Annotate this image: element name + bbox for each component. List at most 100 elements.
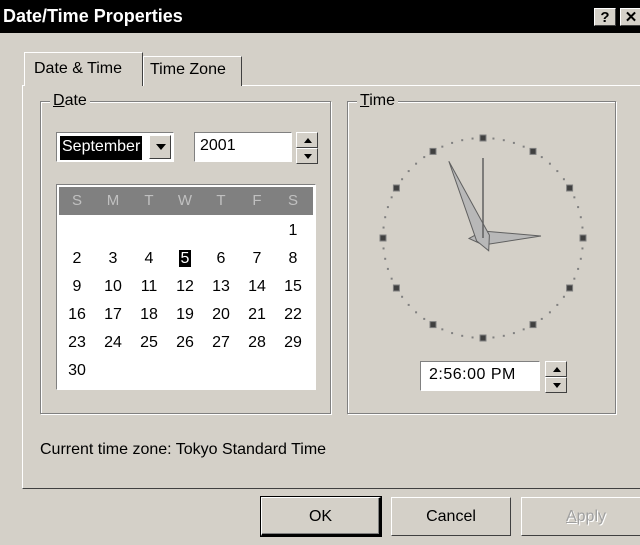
calendar-day-number: 11 — [140, 278, 158, 295]
calendar-day-number: 20 — [212, 306, 230, 323]
calendar-day[interactable]: 16 — [59, 304, 95, 326]
year-spinner[interactable] — [296, 132, 318, 164]
close-icon: ✕ — [624, 9, 638, 26]
calendar-day[interactable]: 12 — [167, 276, 203, 298]
calendar-day[interactable]: 9 — [59, 276, 95, 298]
weekday-header: F — [252, 192, 262, 209]
calendar-day-number: 22 — [284, 306, 302, 323]
date-time-properties-dialog: Date/Time Properties ? ✕ Date & Time Tim… — [0, 0, 640, 545]
time-down-button[interactable] — [545, 377, 567, 393]
month-dropdown-button[interactable] — [149, 135, 171, 159]
calendar-day[interactable]: 26 — [167, 332, 203, 354]
calendar-day[interactable]: 20 — [203, 304, 239, 326]
clock-minute-mark — [401, 178, 404, 181]
clock-minute-mark — [441, 328, 444, 331]
calendar-day-number: 25 — [140, 334, 158, 351]
clock-hour-mark — [479, 134, 487, 142]
clock-minute-mark — [407, 170, 410, 173]
time-value: 2:56:00 PM — [429, 366, 516, 383]
calendar-day[interactable]: 19 — [167, 304, 203, 326]
clock-minute-mark — [386, 206, 389, 209]
clock-minute-mark — [492, 336, 495, 339]
calendar-day[interactable]: 11 — [131, 276, 167, 298]
calendar-day[interactable]: 30 — [59, 360, 95, 382]
arrow-down-icon — [553, 383, 561, 388]
clock-minute-mark — [382, 247, 385, 250]
clock-minute-mark — [579, 257, 582, 260]
year-up-button[interactable] — [296, 132, 318, 148]
clock-hour-mark — [379, 234, 387, 242]
calendar-day-number: 10 — [104, 278, 122, 295]
calendar-day[interactable]: 18 — [131, 304, 167, 326]
close-button[interactable]: ✕ — [620, 8, 640, 26]
calendar-day-number: 12 — [176, 278, 194, 295]
clock-minute-mark — [522, 145, 525, 148]
tab-time-zone[interactable]: Time Zone — [143, 56, 242, 86]
apply-button[interactable]: Apply — [521, 497, 640, 536]
calendar-day-number: 3 — [108, 250, 118, 267]
calendar-day[interactable]: 10 — [95, 276, 131, 298]
ok-button[interactable]: OK — [260, 496, 382, 537]
calendar-day[interactable]: 3 — [95, 248, 131, 270]
calendar-day-selected[interactable]: 5 — [167, 248, 203, 270]
time-up-button[interactable] — [545, 361, 567, 377]
calendar-day-number: 26 — [176, 334, 194, 351]
calendar-day[interactable]: 27 — [203, 332, 239, 354]
calendar-day[interactable]: 23 — [59, 332, 95, 354]
time-group-label: Time — [357, 92, 398, 110]
calendar-day-number: 13 — [212, 278, 230, 295]
clock-minute-mark — [441, 145, 444, 148]
clock-minute-mark — [502, 139, 505, 142]
clock-minute-mark — [461, 334, 464, 337]
calendar-day[interactable]: 1 — [275, 220, 311, 242]
calendar-day[interactable]: 6 — [203, 248, 239, 270]
calendar-day[interactable]: 7 — [239, 248, 275, 270]
clock-hour-mark — [566, 184, 574, 192]
clock-hour-mark — [429, 321, 437, 329]
month-select[interactable]: September — [56, 132, 174, 162]
tab-date-time[interactable]: Date & Time — [24, 52, 143, 86]
calendar-day[interactable]: 13 — [203, 276, 239, 298]
clock-minute-mark — [386, 267, 389, 270]
calendar-day-number: 5 — [178, 250, 192, 267]
clock-minute-mark — [562, 178, 565, 181]
current-time-zone-text: Current time zone: Tokyo Standard Time — [40, 441, 327, 458]
calendar-day-number: 16 — [68, 306, 86, 323]
calendar-day[interactable]: 17 — [95, 304, 131, 326]
cancel-button[interactable]: Cancel — [391, 497, 511, 536]
calendar-day[interactable]: 22 — [275, 304, 311, 326]
month-calendar[interactable]: SMTWTFS 1 2 3 4 5 6 7 8 9 10 11 12 13 14 15 16 17 18 19 20 2… — [56, 184, 316, 390]
calendar-day[interactable]: 24 — [95, 332, 131, 354]
calendar-day-number: 27 — [212, 334, 230, 351]
calendar-day[interactable]: 29 — [275, 332, 311, 354]
clock-hour-mark — [566, 284, 574, 292]
time-spinner[interactable] — [545, 361, 567, 393]
clock-minute-mark — [556, 170, 559, 173]
calendar-day-number: 6 — [216, 250, 226, 267]
year-input[interactable]: 2001 — [194, 132, 292, 162]
clock-minute-mark — [579, 216, 582, 219]
calendar-day[interactable]: 4 — [131, 248, 167, 270]
calendar-day[interactable]: 28 — [239, 332, 275, 354]
help-button[interactable]: ? — [594, 8, 616, 26]
calendar-day[interactable]: 21 — [239, 304, 275, 326]
calendar-day[interactable]: 2 — [59, 248, 95, 270]
clock-minute-mark — [512, 332, 515, 335]
year-down-button[interactable] — [296, 148, 318, 164]
calendar-day[interactable]: 25 — [131, 332, 167, 354]
arrow-down-icon — [304, 154, 312, 159]
time-input[interactable]: 2:56:00 PM — [420, 361, 540, 391]
title-bar[interactable]: Date/Time Properties ? ✕ — [0, 0, 640, 33]
calendar-day-number: 8 — [288, 250, 298, 267]
time-label-accel: T — [360, 92, 370, 109]
clock-minute-mark — [548, 162, 551, 165]
calendar-day[interactable]: 15 — [275, 276, 311, 298]
calendar-day[interactable]: 14 — [239, 276, 275, 298]
analog-clock — [379, 134, 587, 342]
clock-minute-mark — [502, 334, 505, 337]
calendar-day[interactable]: 8 — [275, 248, 311, 270]
apply-accel: A — [565, 508, 577, 525]
calendar-day-number: 24 — [104, 334, 122, 351]
calendar-day-number: 23 — [68, 334, 86, 351]
clock-minute-mark — [451, 332, 454, 335]
